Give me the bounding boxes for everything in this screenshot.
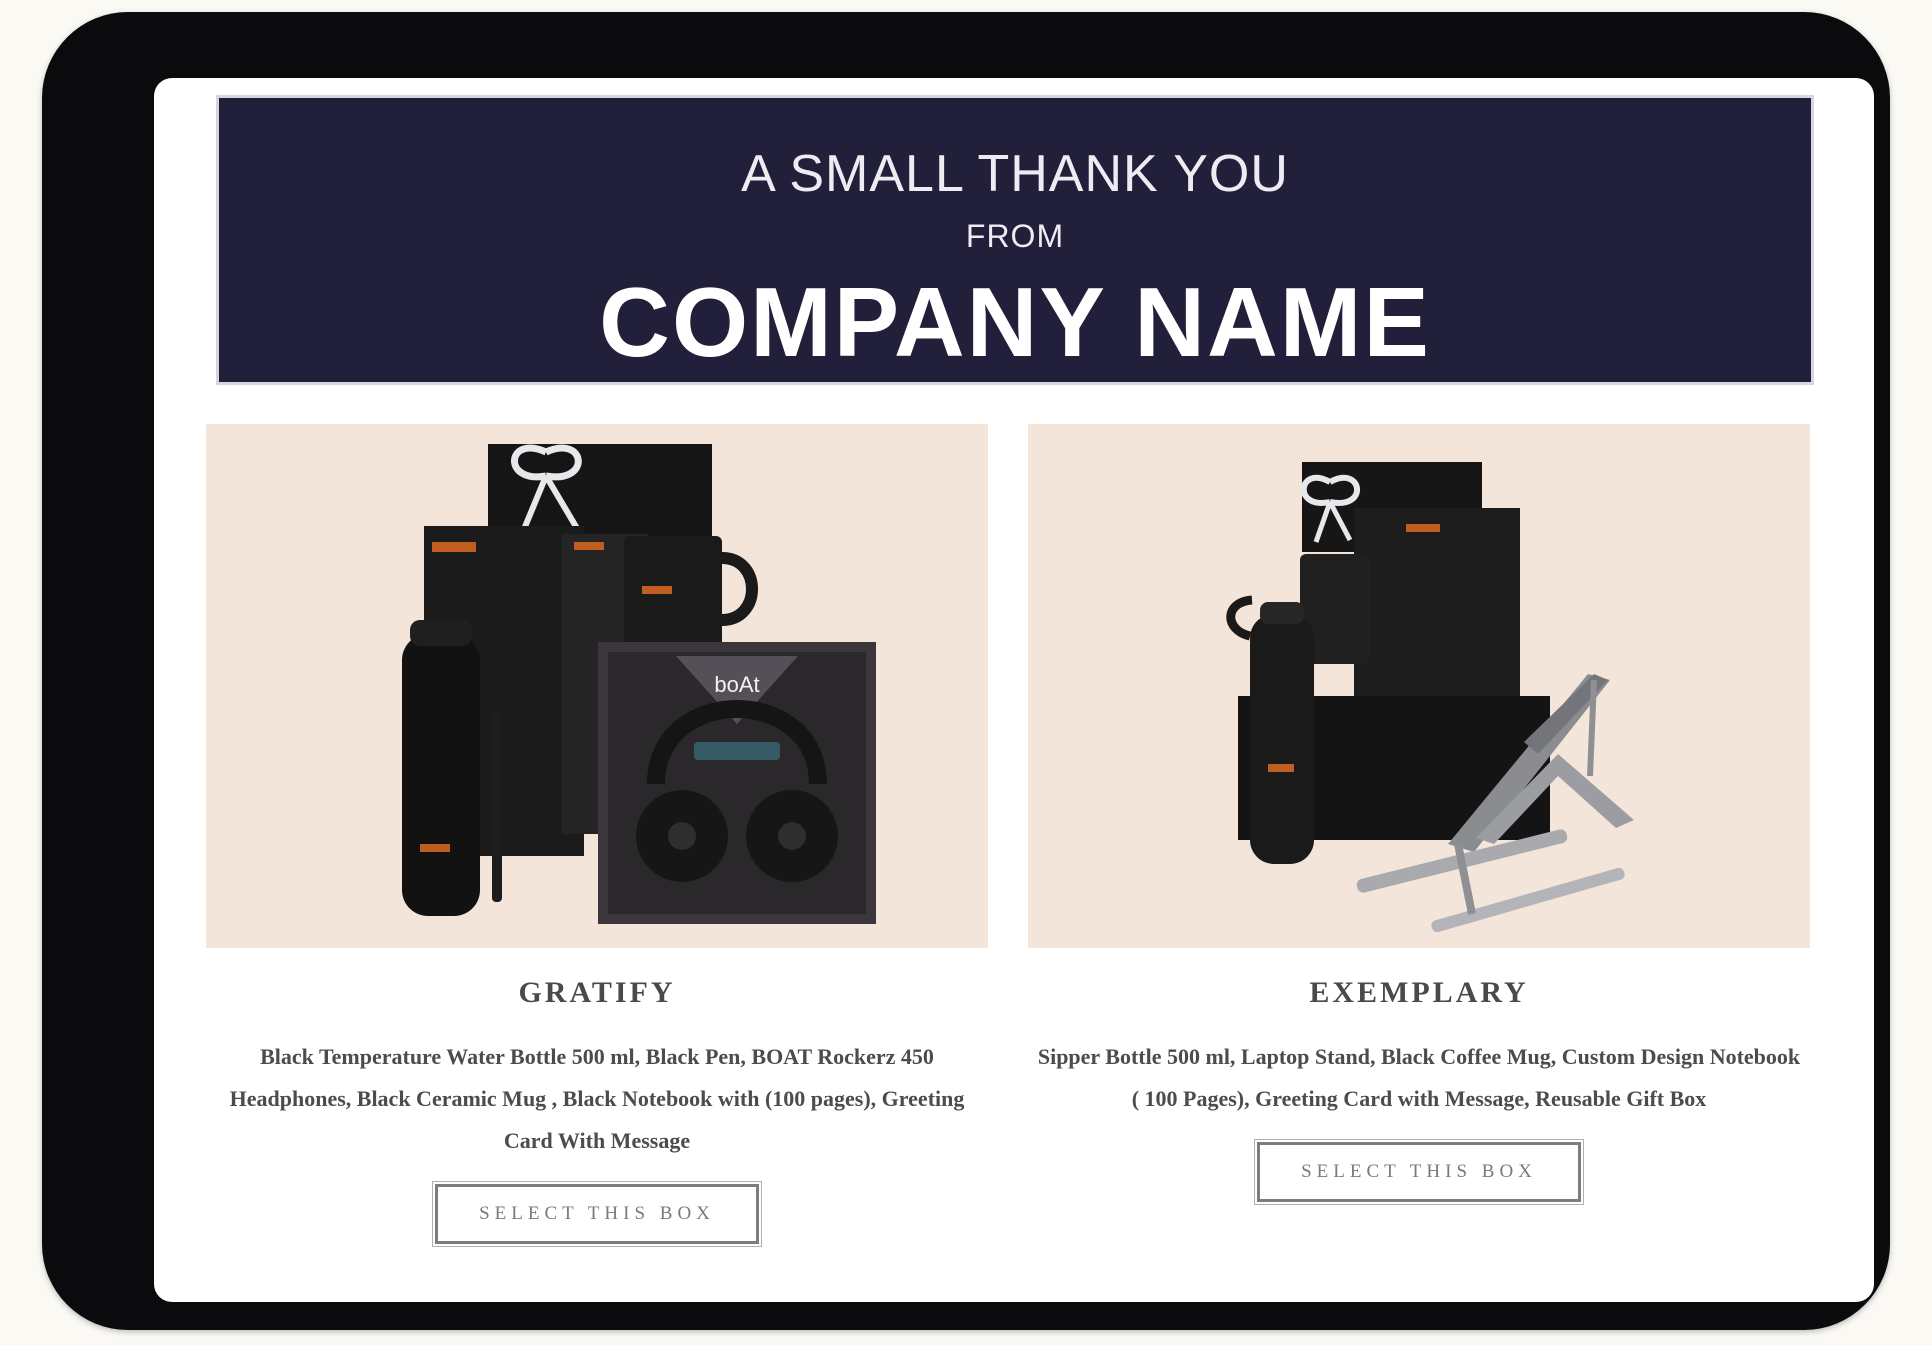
gift-box-description: Black Temperature Water Bottle 500 ml, B… — [229, 1044, 965, 1153]
select-box-button-exemplary[interactable]: SELECT THIS BOX — [1254, 1139, 1584, 1205]
gift-box-image-gratify: boAt — [402, 444, 876, 924]
thank-you-banner: A SMALL THANK YOU FROM COMPANY NAME — [216, 95, 1814, 385]
gift-box-photo-gratify: boAt — [206, 424, 988, 948]
tablet-screen: A SMALL THANK YOU FROM COMPANY NAME boAt… — [154, 78, 1874, 1302]
headphones-brand-label: boAt — [714, 672, 759, 697]
tablet-frame: A SMALL THANK YOU FROM COMPANY NAME boAt… — [42, 12, 1890, 1330]
banner-from: FROM — [965, 218, 1065, 254]
gift-box-description: Sipper Bottle 500 ml, Laptop Stand, Blac… — [1037, 1044, 1801, 1111]
gift-box-image-exemplary — [1226, 462, 1634, 933]
gift-box-card-exemplary: EXEMPLARY Sipper Bottle 500 ml, Laptop S… — [1028, 424, 1810, 1205]
gift-box-photo-exemplary — [1028, 424, 1810, 948]
banner-tagline: A SMALL THANK YOU — [741, 145, 1289, 203]
gift-box-title: GRATIFY — [518, 976, 676, 1009]
select-box-button-gratify[interactable]: SELECT THIS BOX — [432, 1181, 762, 1247]
banner-company-name: COMPANY NAME — [599, 267, 1431, 377]
gift-box-card-gratify: boAt GRATIFY Black Temperature Water Bot… — [206, 424, 988, 1247]
gift-box-title: EXEMPLARY — [1309, 976, 1529, 1009]
